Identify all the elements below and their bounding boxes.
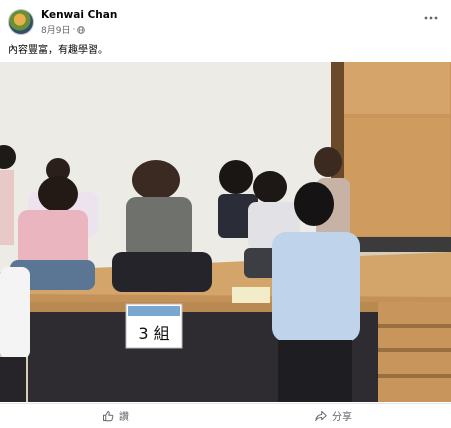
photo-illustration: 3 組 xyxy=(0,62,451,402)
avatar[interactable] xyxy=(8,9,34,35)
more-horizontal-icon xyxy=(424,16,438,20)
group-sign-text: 3 組 xyxy=(138,324,169,343)
share-button[interactable]: 分享 xyxy=(315,408,352,423)
post-caption: 內容豐富，有趣學習。 xyxy=(8,45,108,56)
meta-separator: · xyxy=(72,24,76,35)
more-options-button[interactable] xyxy=(421,12,441,26)
post-meta: 8月9日 · xyxy=(41,23,86,36)
like-button[interactable]: 讚 xyxy=(102,408,129,423)
action-bar: 讚 分享 xyxy=(0,403,451,428)
author-name[interactable]: Kenwai Chan xyxy=(41,9,117,21)
globe-icon[interactable] xyxy=(77,25,86,34)
share-icon xyxy=(315,410,327,421)
like-label: 讚 xyxy=(119,412,129,423)
share-label: 分享 xyxy=(332,412,352,423)
post-photo[interactable]: 3 組 xyxy=(0,62,451,402)
thumbs-up-icon xyxy=(103,410,114,421)
post-date[interactable]: 8月9日 xyxy=(41,23,70,36)
post-header: Kenwai Chan 8月9日 · xyxy=(0,0,451,38)
